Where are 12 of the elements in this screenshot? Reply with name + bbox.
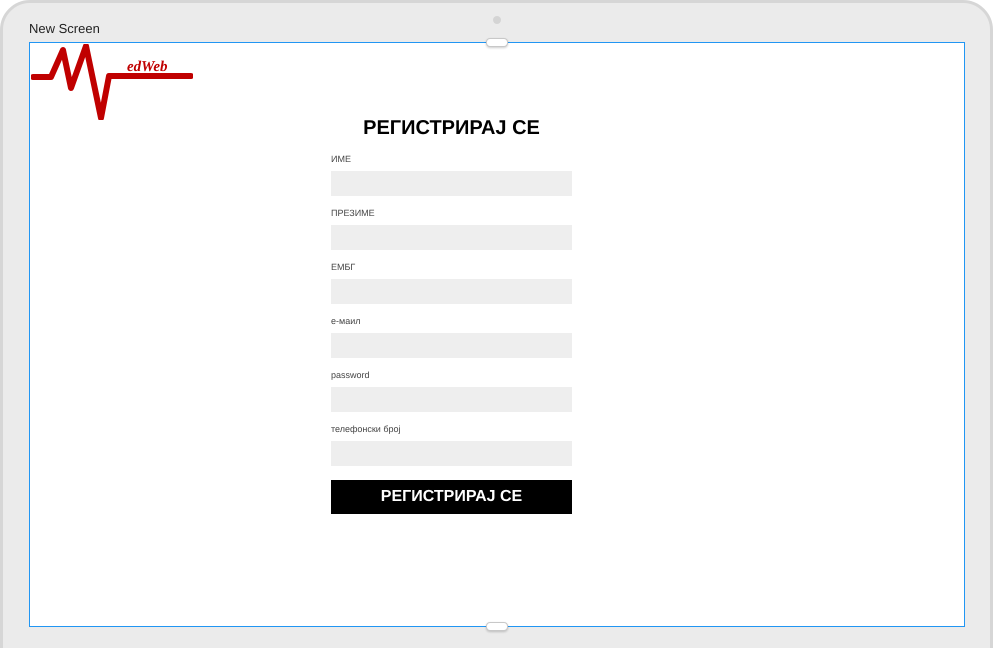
resize-handle[interactable]	[486, 38, 508, 47]
field-label: телефонски број	[331, 424, 402, 434]
resize-handle[interactable]	[486, 622, 508, 631]
register-button[interactable]: РЕГИСТРИРАЈ СЕ	[331, 480, 572, 514]
field-label: ЕМБГ	[331, 262, 356, 272]
field-label: е-маил	[331, 316, 362, 326]
screen-title: New Screen	[29, 21, 100, 36]
field-label: ПРЕЗИМЕ	[331, 208, 376, 218]
field-label: password	[331, 370, 371, 380]
logo: edWeb	[31, 44, 193, 120]
field-label: ИМЕ	[331, 154, 352, 164]
form-title: РЕГИСТРИРАЈ СЕ	[362, 117, 541, 140]
